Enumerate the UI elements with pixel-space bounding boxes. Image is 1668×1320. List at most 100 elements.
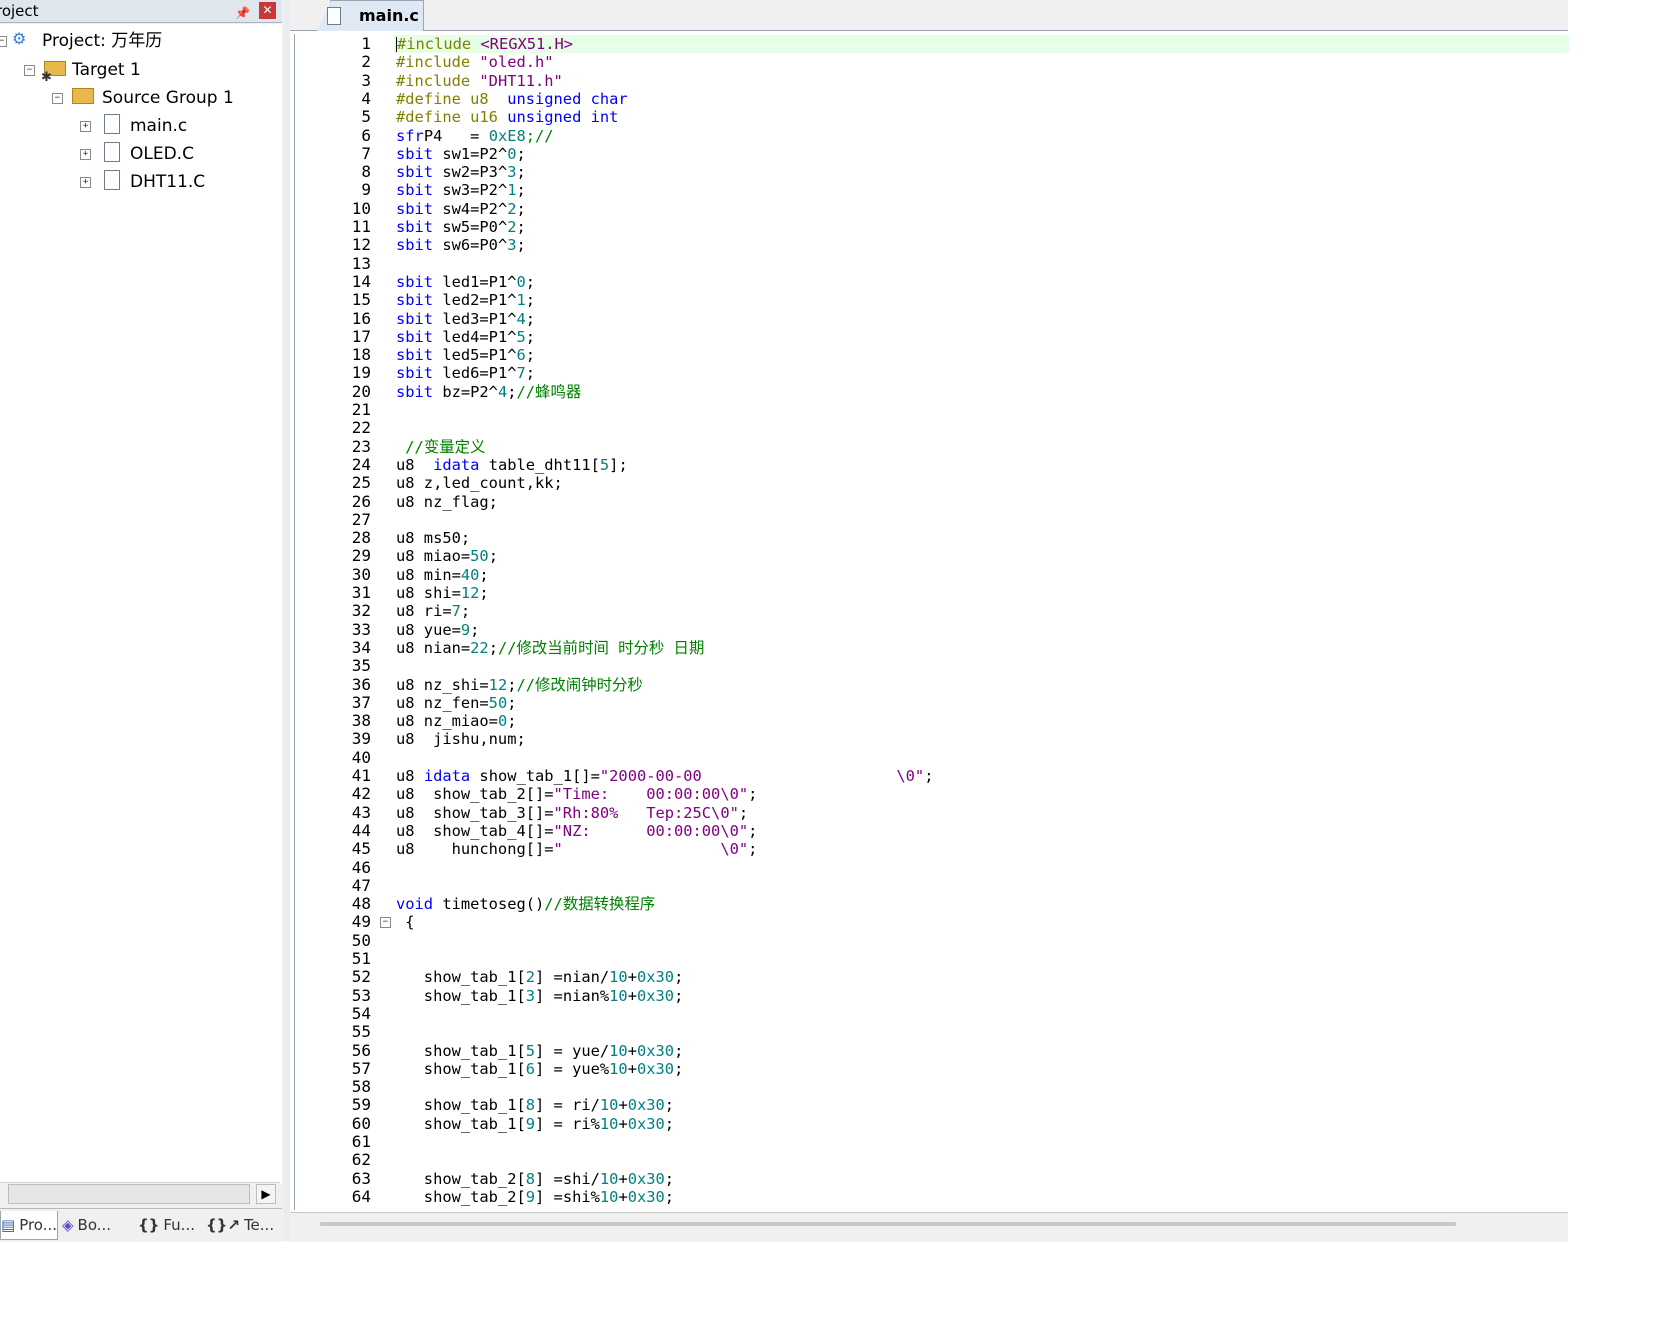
tree-item-target[interactable]: ✱ Target 1 bbox=[41, 57, 141, 85]
code-token: 22 bbox=[470, 638, 489, 657]
code-line[interactable]: show_tab_1[2] =nian/10+0x30; bbox=[396, 968, 684, 987]
code-line[interactable]: u8 show_tab_3[]="Rh:80% Tep:25C\0"; bbox=[396, 804, 748, 822]
code-line[interactable]: sbit sw2=P3^3; bbox=[396, 163, 526, 181]
pin-icon[interactable]: 📌 bbox=[235, 2, 250, 20]
code-line[interactable]: #define u16 unsigned int bbox=[396, 108, 618, 126]
project-horizontal-scrollbar[interactable]: ▶ bbox=[0, 1182, 280, 1205]
code-line[interactable]: sbit sw1=P2^0; bbox=[396, 145, 526, 163]
line-number: 34 bbox=[351, 637, 371, 657]
collapse-toggle-project[interactable]: − bbox=[0, 36, 7, 47]
code-token: ; bbox=[507, 382, 517, 401]
line-number: 60 bbox=[351, 1113, 371, 1133]
code-line[interactable]: sbit led1=P1^0; bbox=[396, 273, 535, 291]
code-line[interactable]: sbit bz=P2^4;//蜂鸣器 bbox=[396, 383, 581, 401]
code-token: u8 z,led_count,kk; bbox=[396, 474, 563, 493]
code-line[interactable]: u8 z,led_count,kk; bbox=[396, 474, 563, 492]
code-text[interactable]: #include <REGX51.H> #include "oled.h" #inc… bbox=[394, 34, 1569, 1210]
code-line[interactable]: sbit sw3=P2^1; bbox=[396, 181, 526, 199]
expand-toggle-file[interactable]: + bbox=[80, 177, 91, 188]
expand-toggle-file[interactable]: + bbox=[80, 121, 91, 132]
code-line[interactable]: u8 ms50; bbox=[396, 529, 470, 547]
line-number: 15 bbox=[351, 290, 371, 310]
code-line[interactable]: show_tab_2[8] =shi/10+0x30; bbox=[396, 1170, 674, 1188]
line-number: 43 bbox=[351, 802, 371, 822]
code-line[interactable]: #define u8 unsigned char bbox=[396, 90, 628, 108]
code-line[interactable]: u8 nian=22;//修改当前时间 时分秒 日期 bbox=[396, 639, 704, 657]
code-area[interactable]: 1 2 3 4 5 6 7 8 9 10 11 12 13 14 15 16 17 18 19 20 21 22 23 24 2… bbox=[294, 34, 1569, 1210]
code-token: 10 bbox=[599, 1169, 619, 1188]
tab-functions[interactable]: {} Fu... bbox=[138, 1211, 198, 1239]
code-line[interactable]: #include "oled.h" bbox=[396, 53, 554, 71]
code-line[interactable]: u8 idata table_dht11[5]; bbox=[396, 456, 628, 474]
code-line[interactable]: u8 shi=12; bbox=[396, 584, 489, 602]
code-token: sw6=P0^ bbox=[433, 236, 508, 255]
code-token: 1 bbox=[507, 181, 517, 200]
code-token: ] =nian/ bbox=[535, 968, 610, 987]
line-number: 22 bbox=[351, 418, 371, 438]
code-line[interactable]: u8 nz_shi=12;//修改闹钟时分秒 bbox=[396, 676, 643, 694]
code-line[interactable]: u8 hunchong[]=" \0"; bbox=[396, 840, 757, 858]
code-line[interactable]: u8 min=40; bbox=[396, 566, 489, 584]
code-line[interactable]: u8 show_tab_4[]="NZ: 00:00:00\0"; bbox=[396, 822, 757, 840]
scroll-right-arrow-icon[interactable]: ▶ bbox=[256, 1184, 276, 1204]
tree-item-file[interactable]: DHT11.C bbox=[104, 169, 205, 195]
tree-item-project[interactable]: ⚙ Project: 万年历 bbox=[12, 28, 162, 54]
tab-templates[interactable]: {}↗ Te... bbox=[206, 1211, 274, 1239]
tree-item-source-group[interactable]: Source Group 1 bbox=[72, 85, 234, 111]
code-line[interactable]: show_tab_1[3] =nian%10+0x30; bbox=[396, 987, 684, 1005]
close-icon[interactable]: ✕ bbox=[259, 2, 276, 19]
code-line[interactable]: u8 yue=9; bbox=[396, 621, 479, 639]
line-number: 11 bbox=[351, 217, 371, 236]
collapse-toggle-group[interactable]: − bbox=[52, 93, 63, 104]
code-line[interactable]: u8 nz_miao=0; bbox=[396, 712, 517, 730]
code-line[interactable]: u8 idata show_tab_1[]="2000-00-00 \0"; bbox=[396, 767, 933, 785]
line-number: 57 bbox=[351, 1058, 371, 1078]
code-line[interactable]: sbit led3=P1^4; bbox=[396, 310, 535, 328]
code-line[interactable]: sbit sw5=P0^2; bbox=[396, 218, 526, 236]
code-token: + bbox=[618, 1187, 628, 1206]
code-line[interactable]: sbit led4=P1^5; bbox=[396, 328, 535, 346]
tab-books[interactable]: ◈ Bo... bbox=[62, 1211, 128, 1239]
code-line[interactable]: #include "DHT11.h" bbox=[396, 72, 563, 90]
tree-item-file[interactable]: main.c bbox=[104, 113, 187, 139]
code-line[interactable]: sfrP4 = 0xE8;// bbox=[396, 127, 554, 145]
code-line[interactable]: show_tab_2[9] =shi%10+0x30; bbox=[396, 1188, 674, 1206]
code-token: sw5=P0^ bbox=[433, 218, 508, 236]
code-token: u8 nz_flag; bbox=[396, 492, 498, 511]
file-icon bbox=[104, 170, 120, 190]
tree-item-file[interactable]: OLED.C bbox=[104, 141, 194, 167]
code-line[interactable]: u8 show_tab_2[]="Time: 00:00:00\0"; bbox=[396, 785, 757, 803]
code-line[interactable]: void timetoseg()//数据转换程序 bbox=[396, 895, 655, 913]
code-token: 2 bbox=[525, 968, 536, 987]
code-line[interactable]: show_tab_1[8] = ri/10+0x30; bbox=[396, 1096, 674, 1114]
code-line[interactable]: u8 jishu,num; bbox=[396, 730, 526, 748]
code-line[interactable]: #include <REGX51.H> bbox=[396, 35, 573, 53]
code-line[interactable]: u8 ri=7; bbox=[396, 602, 470, 620]
tab-project[interactable]: ▤ Pro... bbox=[0, 1211, 58, 1240]
code-line[interactable]: sbit sw4=P2^2; bbox=[396, 200, 526, 218]
fold-toggle[interactable]: − bbox=[380, 917, 391, 929]
code-line[interactable]: { bbox=[396, 913, 414, 931]
code-token: led4=P1^ bbox=[433, 327, 517, 346]
code-line[interactable]: u8 nz_flag; bbox=[396, 493, 498, 511]
scrollbar-thumb[interactable] bbox=[320, 1222, 1456, 1226]
code-line[interactable]: show_tab_1[6] = yue%10+0x30; bbox=[396, 1059, 684, 1078]
tab-main-c[interactable]: main.c bbox=[317, 0, 424, 31]
code-line[interactable]: show_tab_1[5] = yue/10+0x30; bbox=[396, 1042, 684, 1060]
collapse-toggle-target[interactable]: − bbox=[24, 65, 35, 76]
editor-horizontal-scrollbar[interactable] bbox=[290, 1212, 1568, 1242]
code-line[interactable]: sbit sw6=P0^3; bbox=[396, 236, 526, 254]
code-line[interactable]: sbit led6=P1^7; bbox=[396, 364, 535, 382]
code-line[interactable]: //变量定义 bbox=[396, 438, 485, 456]
code-line[interactable]: show_tab_1[9] = ri%10+0x30; bbox=[396, 1115, 674, 1133]
expand-toggle-file[interactable]: + bbox=[80, 149, 91, 160]
code-line[interactable]: sbit led2=P1^1; bbox=[396, 291, 535, 309]
code-token: 0 bbox=[507, 144, 517, 163]
code-token: 4 bbox=[497, 382, 508, 401]
code-line[interactable]: u8 nz_fen=50; bbox=[396, 694, 517, 712]
code-token: show_tab_1[ bbox=[396, 1059, 526, 1078]
code-line[interactable]: sbit led5=P1^6; bbox=[396, 346, 535, 364]
code-line[interactable]: u8 miao=50; bbox=[396, 547, 498, 565]
scrollbar-track[interactable] bbox=[8, 1184, 250, 1204]
